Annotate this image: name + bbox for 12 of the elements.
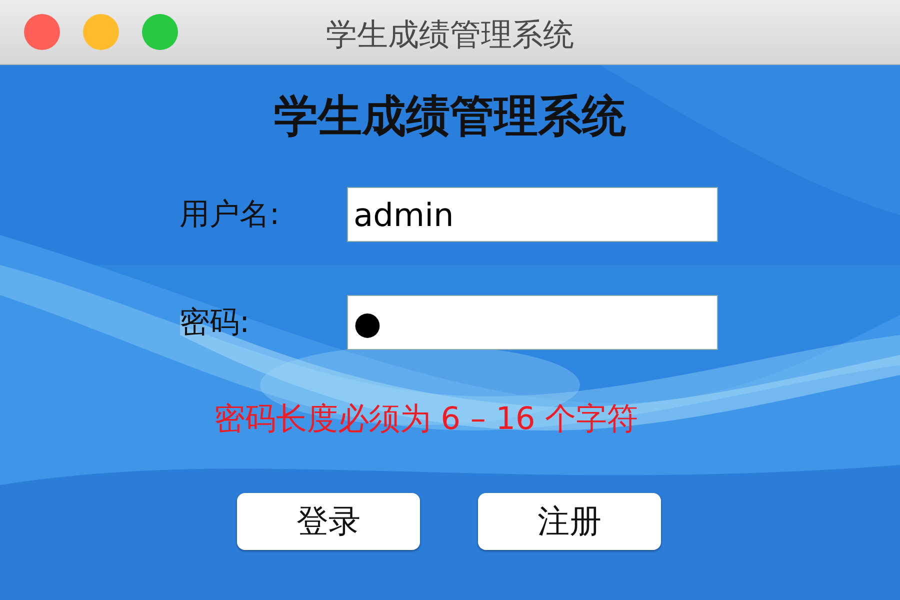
input-field[interactable]: ●	[346, 295, 718, 350]
close-icon[interactable]	[24, 14, 60, 50]
app-heading: 学生成绩管理系统	[274, 95, 626, 139]
input-field[interactable]: admin	[346, 187, 718, 242]
maximize-icon[interactable]	[142, 14, 178, 50]
minimize-icon[interactable]	[83, 14, 119, 50]
field-label: 密码:	[180, 304, 251, 342]
field-label: 用户名:	[180, 196, 281, 234]
window-title: 学生成绩管理系统	[326, 16, 574, 55]
action-button[interactable]: 注册	[478, 492, 661, 550]
error-message: 密码长度必须为 6 – 16 个字符	[214, 400, 638, 439]
action-button[interactable]: 登录	[237, 492, 420, 550]
